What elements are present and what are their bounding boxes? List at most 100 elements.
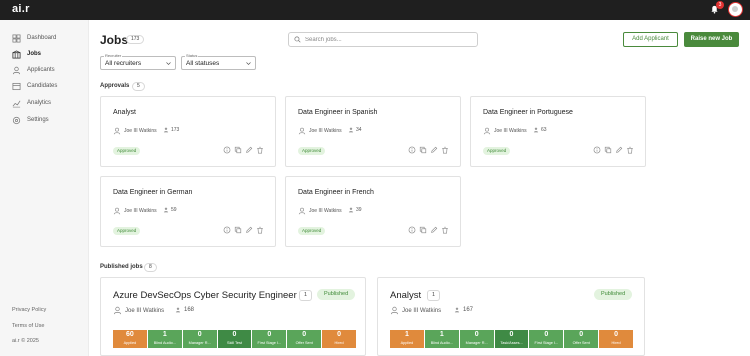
stage-label: Manager R... [465,341,488,345]
stage-applied[interactable]: 60 Applied [113,330,147,348]
edit-icon[interactable] [430,146,438,154]
info-icon[interactable] [223,226,231,234]
stage-hired[interactable]: 0 Hired [322,330,357,348]
applicant-count: 167 [454,307,473,313]
sidebar-item-analytics[interactable]: Analytics [12,97,51,109]
approval-card[interactable]: Analyst Joe III Watkins 173 Approved [100,96,276,167]
stage-first-interview[interactable]: 0 First Stage I... [529,330,564,348]
candidates-icon [12,82,21,90]
delete-icon[interactable] [256,146,264,154]
approval-card[interactable]: Data Engineer in Portuguese Joe III Watk… [470,96,646,167]
stage-label: Applied [400,341,414,345]
info-icon[interactable] [408,226,416,234]
job-title[interactable]: Azure DevSecOps Cyber Security Engineer [113,290,297,301]
edit-icon[interactable] [245,226,253,234]
stage-offer-sent[interactable]: 0 Offer Sent [287,330,322,348]
stage-first-interview[interactable]: 0 First Stage I... [252,330,287,348]
published-job-card[interactable]: Azure DevSecOps Cyber Security Engineer … [100,277,366,356]
job-title[interactable]: Data Engineer in French [298,189,374,196]
stage-task-assessment[interactable]: 0 Task/Asses... [494,330,529,348]
sidebar-item-candidates[interactable]: Candidates [12,80,57,92]
stage-offer-sent[interactable]: 0 Offer Sent [564,330,599,348]
search-box[interactable] [288,32,478,47]
applicant-count: 39 [348,207,362,213]
approvals-count-badge: 5 [132,82,145,91]
stage-label: Blind Audio... [430,341,453,345]
stage-blind-audio[interactable]: 1 Blind Audio... [147,330,182,348]
sidebar-item-label: Jobs [27,51,42,57]
card-actions [408,146,449,154]
copy-icon[interactable] [234,226,242,234]
stage-label: First Stage I... [534,341,559,345]
user-icon [113,306,122,315]
job-title[interactable]: Analyst [390,290,421,301]
copy-icon[interactable] [234,146,242,154]
status-badge: Published [317,289,356,300]
privacy-policy-link[interactable]: Privacy Policy [12,307,46,313]
delete-icon[interactable] [441,226,449,234]
stage-label: Manager R... [188,341,211,345]
recruiter-filter[interactable]: Recruiter All recruiters [100,53,176,70]
job-title[interactable]: Data Engineer in German [113,189,192,196]
stage-label: Offer Sent [572,341,590,345]
job-title[interactable]: Analyst [113,109,136,116]
info-icon[interactable] [408,146,416,154]
search-icon [294,36,301,43]
sidebar-item-settings[interactable]: Settings [12,114,49,126]
avatar[interactable] [728,2,743,17]
job-title[interactable]: Data Engineer in Portuguese [483,109,573,116]
stage-label: Skill Test [227,341,242,345]
delete-icon[interactable] [626,146,634,154]
applicant-count: 63 [533,127,547,133]
sidebar-item-dashboard[interactable]: Dashboard [12,32,56,44]
raise-new-job-button[interactable]: Raise new Job [684,32,739,47]
info-icon[interactable] [593,146,601,154]
stage-hired[interactable]: 0 Hired [599,330,634,348]
recruiter-name: Joe III Watkins [309,128,342,134]
page-title: Jobs [100,33,129,47]
stage-value: 0 [509,331,514,338]
delete-icon[interactable] [441,146,449,154]
sidebar-item-jobs[interactable]: Jobs [12,48,41,60]
copy-icon[interactable] [604,146,612,154]
search-input[interactable] [305,36,465,43]
people-icon [348,127,354,133]
stage-applied[interactable]: 1 Applied [390,330,424,348]
edit-icon[interactable] [430,226,438,234]
stage-blind-audio[interactable]: 1 Blind Audio... [424,330,459,348]
sidebar-item-applicants[interactable]: Applicants [12,64,55,76]
status-filter-label: Status [185,53,199,58]
stage-manager-review[interactable]: 0 Manager R... [182,330,217,348]
stage-manager-review[interactable]: 0 Manager R... [459,330,494,348]
add-applicant-button[interactable]: Add Applicant [623,32,678,47]
app-logo[interactable]: ai.r [12,3,30,15]
stage-skill-test[interactable]: 0 Skill Test [217,330,252,348]
job-title[interactable]: Data Engineer in Spanish [298,109,377,116]
applicant-count-value: 39 [356,207,362,213]
recruiter-name: Joe III Watkins [124,208,157,214]
approval-card[interactable]: Data Engineer in French Joe III Watkins … [285,176,461,247]
status-filter[interactable]: Status All statuses [181,53,256,70]
status-badge: Approved [113,147,141,155]
top-bar: ai.r 3 [0,0,750,20]
terms-of-use-link[interactable]: Terms of Use [12,323,44,329]
card-actions [593,146,634,154]
edit-icon[interactable] [245,146,253,154]
published-job-card[interactable]: Analyst 1 Published Joe III Watkins 167 … [377,277,645,356]
sidebar-item-label: Settings [27,117,49,123]
delete-icon[interactable] [256,226,264,234]
recruiter: Joe III Watkins [298,127,342,135]
edit-icon[interactable] [615,146,623,154]
copy-icon[interactable] [419,146,427,154]
applicant-count: 34 [348,127,362,133]
stage-value: 0 [544,331,549,338]
copy-icon[interactable] [419,226,427,234]
applicant-count-value: 34 [356,127,362,133]
sidebar-item-label: Candidates [27,83,58,89]
stage-label: First Stage I... [257,341,282,345]
info-icon[interactable] [223,146,231,154]
approval-card[interactable]: Data Engineer in Spanish Joe III Watkins… [285,96,461,167]
recruiter-name: Joe III Watkins [309,208,342,214]
approval-card[interactable]: Data Engineer in German Joe III Watkins … [100,176,276,247]
recruiter: Joe III Watkins [298,207,342,215]
